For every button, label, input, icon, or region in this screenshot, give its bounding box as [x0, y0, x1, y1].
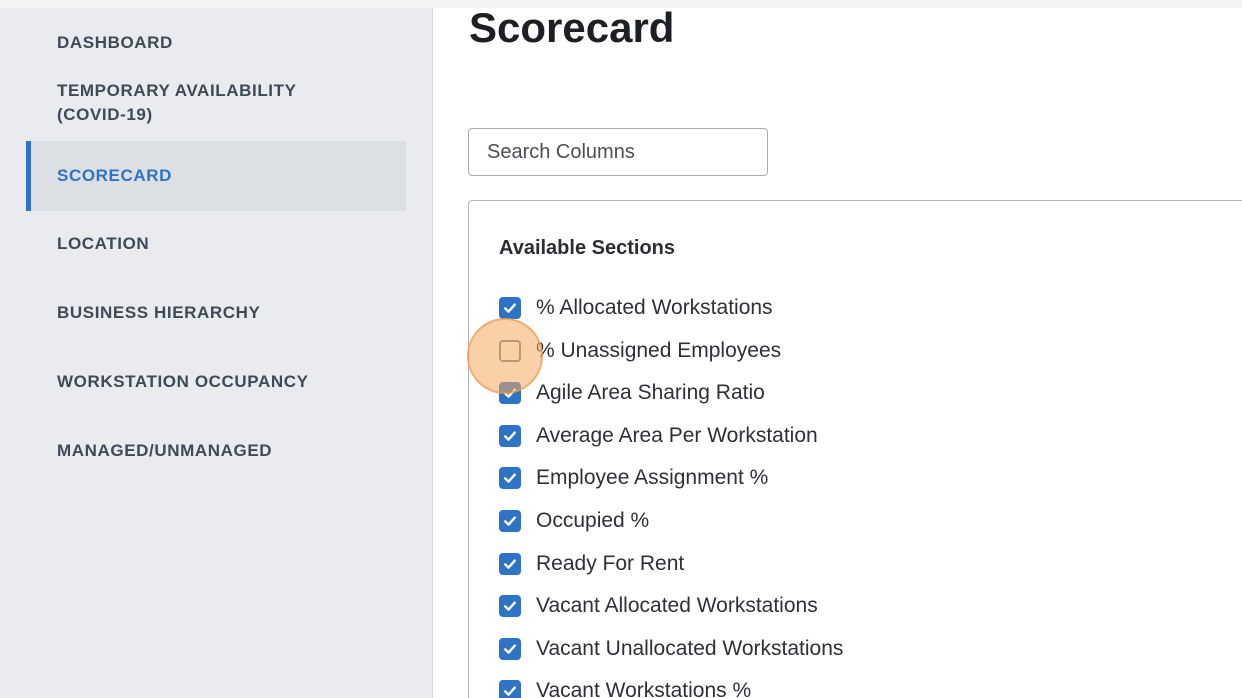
section-option-label: Average Area Per Workstation — [536, 423, 818, 447]
sidebar-item-workstation-occupancy[interactable]: WORKSTATION OCCUPANCY — [26, 363, 406, 401]
section-option-label: Employee Assignment % — [536, 466, 769, 490]
checkbox-unchecked-icon[interactable] — [499, 339, 521, 362]
checkbox-checked-icon[interactable] — [499, 467, 521, 490]
search-columns-input[interactable] — [468, 128, 768, 176]
checkbox-checked-icon[interactable] — [499, 424, 521, 447]
checkbox-checked-icon[interactable] — [499, 680, 521, 698]
section-option-label: % Allocated Workstations — [536, 296, 773, 319]
section-option[interactable]: Agile Area Sharing Ratio — [499, 378, 765, 408]
section-option-label: Occupied % — [536, 509, 650, 532]
sidebar-nav: DASHBOARD TEMPORARY AVAILABILITY (COVID-… — [0, 8, 433, 698]
section-option[interactable]: Occupied % — [499, 506, 649, 536]
section-option[interactable]: Vacant Unallocated Workstations — [499, 634, 843, 664]
sidebar-item-temporary-availability[interactable]: TEMPORARY AVAILABILITY (COVID-19) — [26, 79, 406, 131]
checkbox-checked-icon[interactable] — [499, 637, 521, 660]
sidebar-item-label: TEMPORARY AVAILABILITY — [57, 81, 297, 100]
section-option-label: % Unassigned Employees — [536, 338, 782, 362]
section-option-label: Vacant Unallocated Workstations — [536, 636, 844, 660]
section-option[interactable]: Average Area Per Workstation — [499, 421, 818, 451]
section-option-label: Vacant Allocated Workstations — [536, 594, 818, 618]
sidebar-item-business-hierarchy[interactable]: BUSINESS HIERARCHY — [26, 294, 406, 332]
section-option[interactable]: Employee Assignment % — [499, 463, 768, 493]
sidebar-item-dashboard[interactable]: DASHBOARD — [26, 24, 406, 62]
section-option-label: Agile Area Sharing Ratio — [536, 381, 765, 405]
page-title: Scorecard — [469, 8, 675, 51]
sidebar-item-scorecard[interactable]: SCORECARD — [26, 141, 406, 211]
checkbox-checked-icon[interactable] — [499, 382, 521, 405]
panel-title: Available Sections — [499, 237, 675, 259]
section-option[interactable]: Vacant Workstations % — [499, 676, 751, 698]
section-option[interactable]: % Allocated Workstations — [499, 293, 773, 323]
section-option-label: Ready For Rent — [536, 551, 685, 575]
main-content: Scorecard Available Sections % Allocated… — [433, 8, 1242, 698]
section-option[interactable]: % Unassigned Employees — [499, 336, 781, 366]
available-sections-panel: Available Sections % Allocated Workstati… — [468, 200, 1242, 698]
checkbox-checked-icon[interactable] — [499, 510, 521, 532]
checkbox-checked-icon[interactable] — [499, 595, 521, 618]
section-option[interactable]: Ready For Rent — [499, 549, 684, 579]
section-option-label: Vacant Workstations % — [536, 679, 752, 698]
section-option[interactable]: Vacant Allocated Workstations — [499, 591, 818, 621]
checkbox-checked-icon[interactable] — [499, 552, 521, 575]
checkbox-checked-icon[interactable] — [499, 297, 521, 319]
sidebar-item-location[interactable]: LOCATION — [26, 225, 406, 263]
sidebar-item-label-sub: (COVID-19) — [57, 105, 153, 124]
sidebar-item-managed-unmanaged[interactable]: MANAGED/UNMANAGED — [26, 432, 406, 470]
